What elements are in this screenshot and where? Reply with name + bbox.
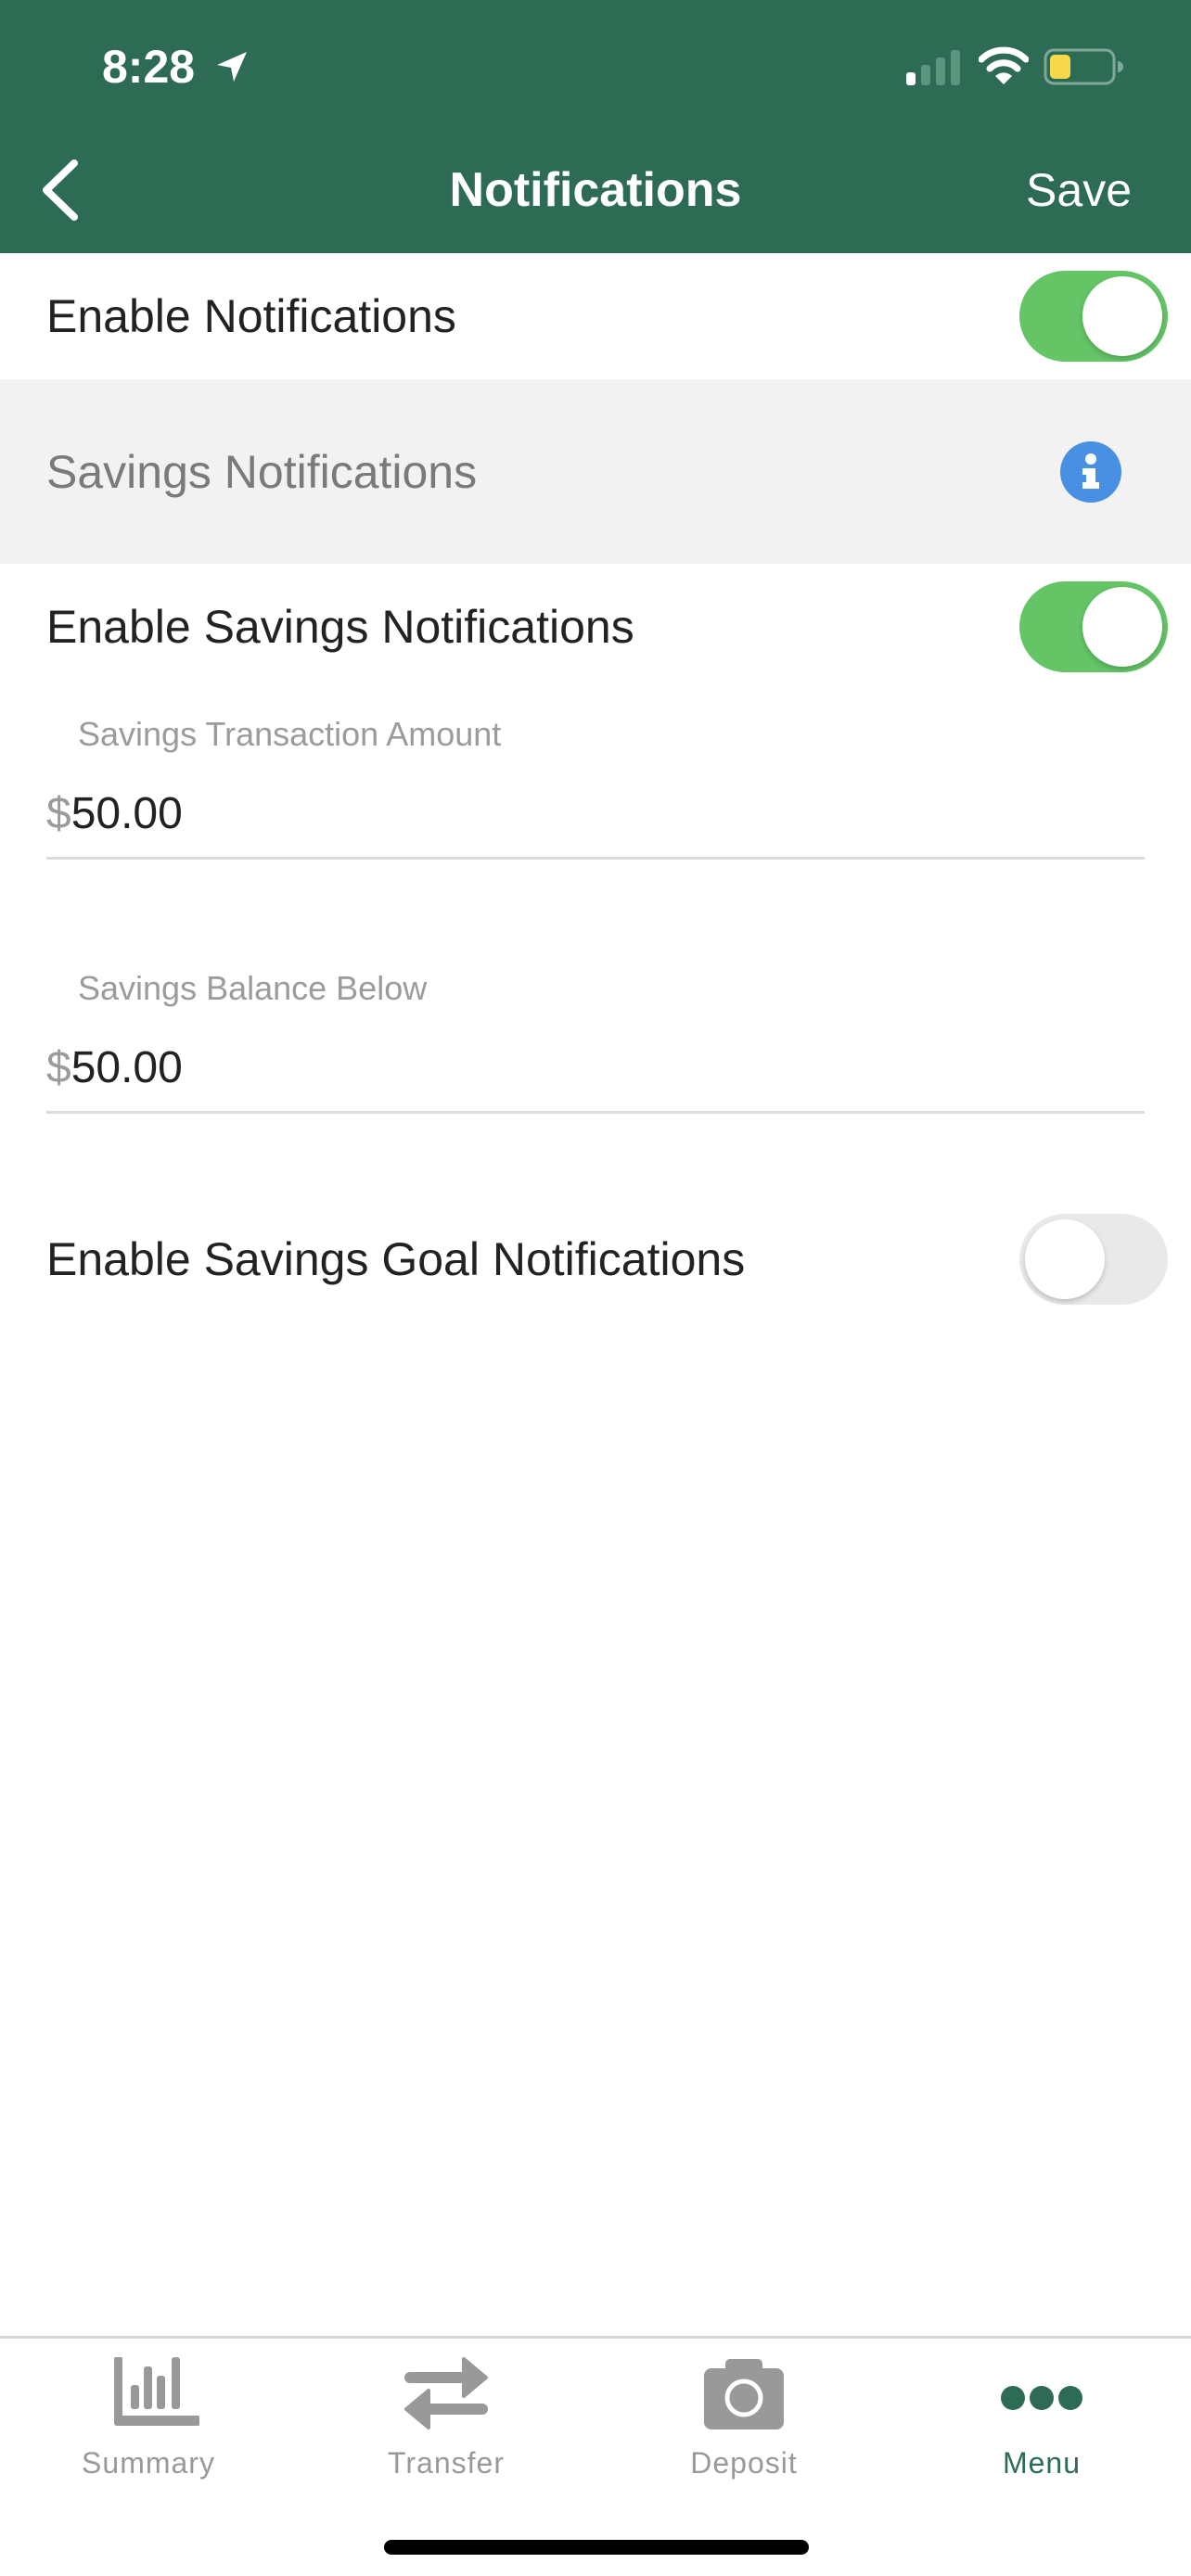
enable-notifications-label: Enable Notifications <box>46 290 456 342</box>
enable-savings-notifications-row: Enable Savings Notifications <box>0 564 1191 690</box>
tab-transfer-label: Transfer <box>388 2446 505 2480</box>
save-button[interactable]: Save <box>1026 158 1132 223</box>
tab-deposit-label: Deposit <box>690 2446 798 2480</box>
tab-menu-label: Menu <box>1002 2446 1082 2480</box>
header: 8:28 Notifications Save <box>0 0 1191 253</box>
toggle-knob <box>1082 587 1162 667</box>
savings-balance-below-field: Savings Balance Below $ 50.00 <box>46 968 1145 1116</box>
bar-chart-icon <box>114 2357 199 2426</box>
transfer-arrows-icon <box>404 2357 488 2429</box>
cellular-signal-icon <box>906 50 960 85</box>
tab-deposit[interactable]: Deposit <box>651 2353 837 2493</box>
savings-transaction-amount-input[interactable]: $ 50.00 <box>46 777 1145 851</box>
enable-savings-notifications-label: Enable Savings Notifications <box>46 601 634 653</box>
battery-icon <box>1044 48 1123 85</box>
toggle-knob <box>1025 1219 1105 1299</box>
savings-transaction-amount-label: Savings Transaction Amount <box>78 715 502 753</box>
savings-section-header: Savings Notifications <box>0 379 1191 564</box>
field-underline <box>46 857 1145 860</box>
enable-savings-goal-notifications-toggle[interactable] <box>1019 1214 1168 1305</box>
page-title: Notifications <box>449 163 742 217</box>
info-icon[interactable] <box>1060 440 1121 503</box>
tab-summary-label: Summary <box>82 2446 215 2480</box>
currency-symbol: $ <box>46 789 71 838</box>
enable-savings-goal-notifications-label: Enable Savings Goal Notifications <box>46 1233 746 1285</box>
toggle-knob <box>1082 276 1162 356</box>
camera-icon <box>704 2359 784 2429</box>
home-indicator[interactable] <box>384 2540 809 2555</box>
more-dots-icon <box>1001 2386 1082 2410</box>
savings-balance-below-input[interactable]: $ 50.00 <box>46 1031 1145 1105</box>
tab-summary[interactable]: Summary <box>56 2353 241 2493</box>
enable-notifications-row: Enable Notifications <box>0 253 1191 379</box>
wifi-icon <box>979 46 1029 84</box>
savings-section-title: Savings Notifications <box>46 445 478 498</box>
notifications-screen: 8:28 Notifications Save Enable Notificat… <box>0 0 1191 2576</box>
savings-balance-below-value: 50.00 <box>70 1043 183 1092</box>
enable-savings-notifications-toggle[interactable] <box>1019 581 1168 672</box>
location-arrow-icon <box>217 52 247 82</box>
savings-transaction-amount-value: 50.00 <box>70 789 183 838</box>
tab-transfer[interactable]: Transfer <box>353 2353 539 2493</box>
tab-menu[interactable]: Menu <box>949 2353 1134 2493</box>
enable-savings-goal-notifications-row: Enable Savings Goal Notifications <box>0 1196 1191 1322</box>
field-underline <box>46 1111 1145 1114</box>
currency-symbol: $ <box>46 1043 71 1092</box>
savings-balance-below-label: Savings Balance Below <box>78 969 428 1007</box>
savings-transaction-amount-field: Savings Transaction Amount $ 50.00 <box>46 714 1145 862</box>
enable-notifications-toggle[interactable] <box>1019 271 1168 362</box>
status-time: 8:28 <box>102 41 196 93</box>
